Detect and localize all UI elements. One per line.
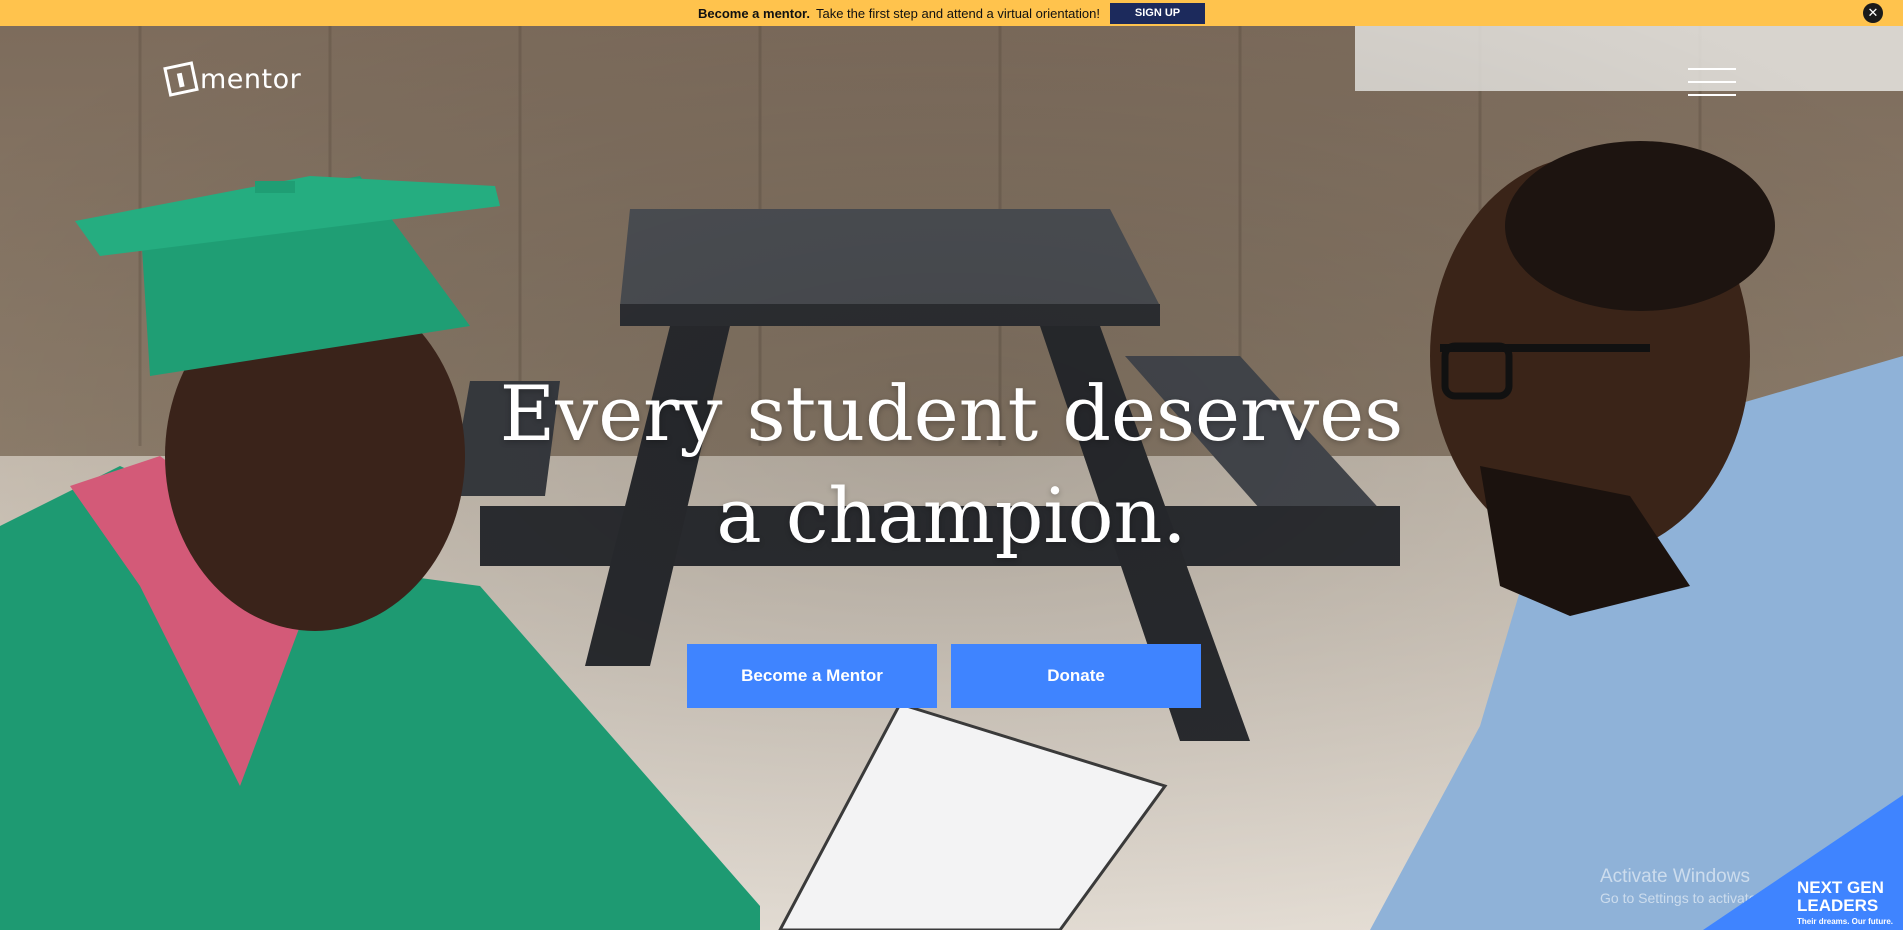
badge-line-1: NEXT GEN xyxy=(1796,878,1884,897)
announcement-text: Take the first step and attend a virtual… xyxy=(815,5,1100,21)
badge-tagline: Their dreams. Our future. xyxy=(1796,917,1893,926)
logo-text: mentor xyxy=(200,63,302,95)
headline-line-1: Every student deserves xyxy=(499,369,1404,458)
badge-line-2: LEADERS xyxy=(1796,896,1879,915)
next-gen-leaders-badge[interactable]: NEXT GEN LEADERS Their dreams. Our futur… xyxy=(1703,795,1903,930)
badge-text: NEXT GEN LEADERS Their dreams. Our futur… xyxy=(1796,878,1893,927)
mentor-logo-icon xyxy=(163,61,199,97)
hero-section: mentor Every student deserves a champion… xyxy=(0,26,1903,930)
mentor-logo[interactable]: mentor xyxy=(163,58,302,100)
announcement-bar: Become a mentor. Take the first step and… xyxy=(0,0,1903,26)
headline-line-2: a champion. xyxy=(716,471,1187,560)
hamburger-line xyxy=(1688,81,1736,83)
close-icon[interactable]: ✕ xyxy=(1863,3,1883,23)
donate-button[interactable]: Donate xyxy=(951,644,1201,708)
become-a-mentor-button[interactable]: Become a Mentor xyxy=(687,644,937,708)
hamburger-line xyxy=(1688,94,1736,96)
hamburger-line xyxy=(1688,68,1736,70)
signup-button[interactable]: SIGN UP xyxy=(1110,2,1205,24)
hero-headline: Every student deserves a champion. xyxy=(0,363,1903,567)
announcement-strong-text: Become a mentor. xyxy=(697,5,810,21)
hamburger-menu-icon[interactable] xyxy=(1688,68,1736,98)
